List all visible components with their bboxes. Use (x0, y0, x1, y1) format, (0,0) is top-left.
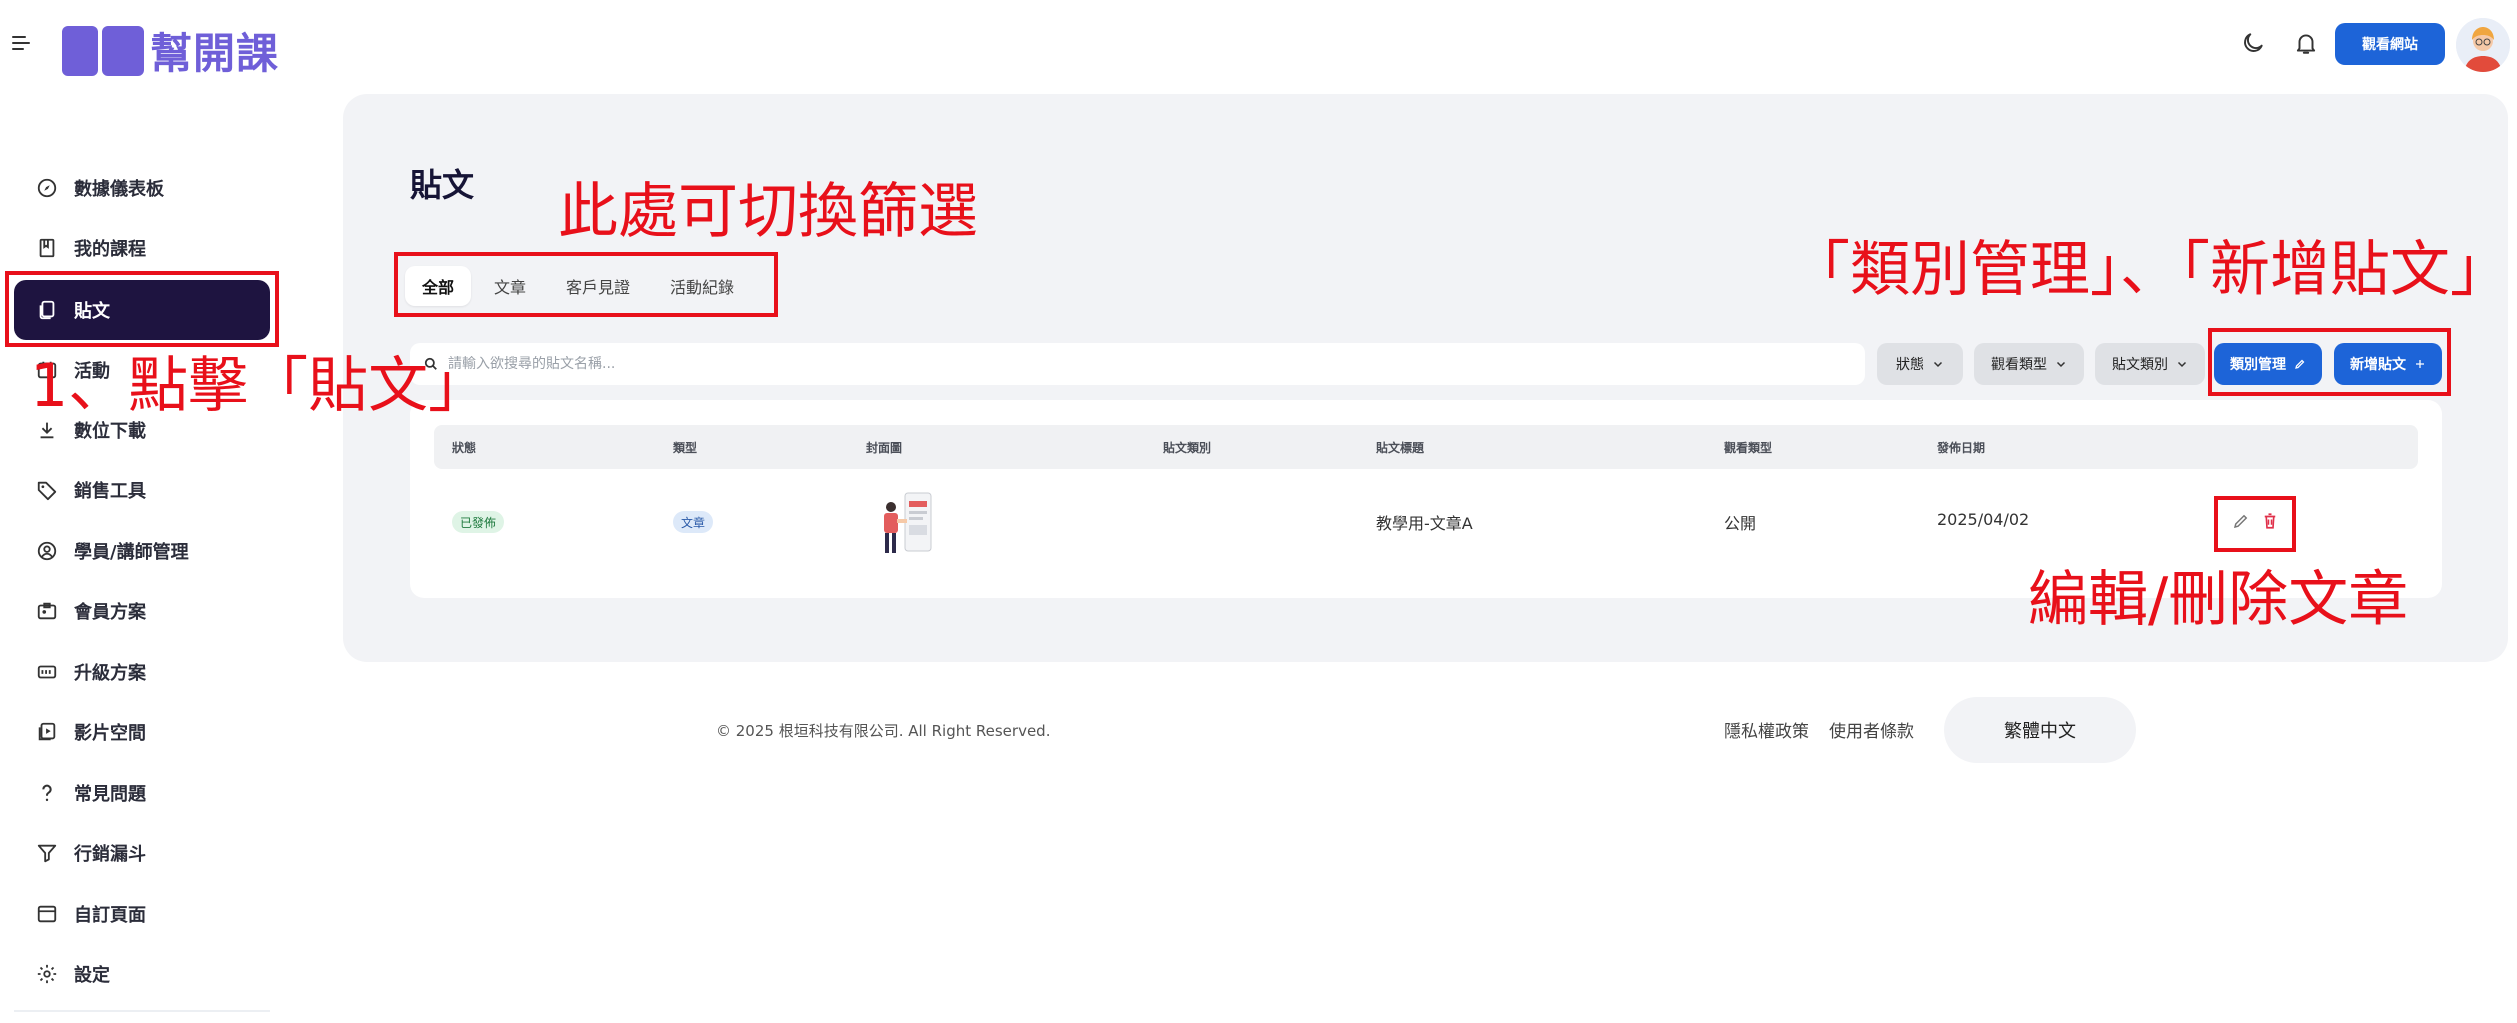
sidebar-item-my-courses[interactable]: 我的課程 (14, 218, 270, 278)
upgrade-icon (37, 665, 57, 679)
sidebar-item-label: 影片空間 (74, 723, 146, 744)
copyright-text: © 2025 根垣科技有限公司. All Right Reserved. (716, 722, 1051, 740)
chevron-down-icon (1933, 361, 1943, 368)
sidebar-item-video-space[interactable]: 影片空間 (14, 702, 270, 762)
sidebar-item-sales-tools[interactable]: 銷售工具 (14, 460, 270, 520)
logo-text: 幫開課 (150, 29, 280, 78)
question-icon (42, 784, 52, 802)
chevron-down-icon (2177, 361, 2187, 368)
annotation-buttons-note: 「類別管理」、「新增貼文」 (1790, 235, 2510, 305)
annotation-click-note: 1、點擊「貼文」 (30, 351, 489, 421)
sidebar-item-upgrade-plans[interactable]: 升級方案 (14, 642, 270, 702)
view-site-button[interactable]: 觀看網站 (2335, 23, 2445, 65)
compass-icon (37, 178, 57, 198)
sidebar-item-member-management[interactable]: 學員/講師管理 (14, 521, 270, 581)
table-header (434, 425, 2418, 469)
column-header-view-type: 觀看類型 (1724, 441, 1773, 455)
window-icon (37, 905, 57, 923)
brand-logo[interactable]: 幫開課 (62, 20, 279, 81)
sidebar-item-dashboard[interactable]: 數據儀表板 (14, 158, 270, 218)
column-header-status: 狀態 (452, 441, 477, 455)
column-header-category: 貼文類別 (1163, 441, 1212, 455)
type-badge: 文章 (673, 511, 714, 533)
view-type-filter-label: 觀看類型 (1991, 357, 2047, 373)
sidebar-item-label: 學員/講師管理 (74, 542, 189, 563)
page-title: 貼文 (410, 166, 475, 204)
menu-toggle-icon[interactable] (12, 34, 32, 52)
status-badge: 已發佈 (452, 511, 505, 533)
sidebar-item-label: 我的課程 (74, 239, 146, 260)
status-filter-label: 狀態 (1896, 357, 1924, 373)
gear-icon (37, 964, 57, 984)
status-filter-dropdown[interactable]: 狀態 (1877, 343, 1963, 385)
annotation-box-posts (5, 271, 279, 347)
user-circle-icon (37, 541, 57, 561)
sidebar-item-label: 行銷漏斗 (74, 844, 146, 865)
sidebar-item-faq[interactable]: 常見問題 (14, 763, 270, 823)
view-type-filter-dropdown[interactable]: 觀看類型 (1974, 343, 2084, 385)
tag-icon (37, 481, 57, 501)
moon-icon[interactable] (2240, 30, 2266, 56)
funnel-icon (37, 844, 57, 863)
sidebar-item-label: 銷售工具 (74, 481, 146, 502)
sidebar-divider (14, 1010, 270, 1012)
annotation-edit-note: 編輯/刪除文章 (2028, 565, 2409, 635)
sidebar-item-label: 自訂頁面 (74, 905, 146, 926)
sidebar-item-marketing-funnel[interactable]: 行銷漏斗 (14, 823, 270, 883)
language-selector[interactable]: 繁體中文 (1944, 697, 2136, 763)
sidebar-item-label: 數據儀表板 (74, 179, 164, 200)
sidebar-item-label: 常見問題 (74, 784, 146, 805)
column-header-title: 貼文標題 (1376, 441, 1425, 455)
sidebar-item-custom-pages[interactable]: 自訂頁面 (14, 884, 270, 944)
book-icon (39, 238, 55, 258)
sidebar-item-membership-plans[interactable]: 會員方案 (14, 581, 270, 641)
cover-image (884, 492, 932, 553)
sidebar-item-label: 設定 (74, 965, 110, 986)
column-header-publish-date: 發佈日期 (1937, 441, 1986, 455)
terms-of-use-link[interactable]: 使用者條款 (1829, 717, 1914, 742)
video-icon (38, 722, 56, 741)
logo-mark-icon (62, 25, 144, 76)
post-category-filter-dropdown[interactable]: 貼文類別 (2095, 343, 2205, 385)
privacy-policy-link[interactable]: 隱私權政策 (1724, 717, 1809, 742)
search-input[interactable] (448, 356, 1848, 372)
sidebar-item-settings[interactable]: 設定 (14, 944, 270, 1004)
view-type-value: 公開 (1724, 514, 1757, 533)
download-icon (40, 422, 54, 439)
avatar[interactable] (2456, 18, 2510, 72)
sidebar-item-label: 升級方案 (74, 663, 146, 684)
column-header-cover: 封面圖 (866, 441, 903, 455)
post-title: 教學用-文章A (1376, 514, 1473, 533)
annotation-box-buttons (2208, 328, 2451, 396)
id-card-icon (37, 602, 57, 620)
chevron-down-icon (2056, 361, 2066, 368)
search-bar[interactable] (410, 343, 1865, 385)
annotation-filter-note: 此處可切換篩選 (558, 177, 978, 247)
column-header-type: 類型 (673, 441, 698, 455)
post-category-filter-label: 貼文類別 (2112, 357, 2168, 373)
bell-icon[interactable] (2293, 30, 2319, 56)
annotation-box-edit-delete (2214, 496, 2296, 552)
publish-date: 2025/04/02 (1937, 510, 2030, 529)
annotation-box-tabs (394, 252, 778, 317)
sidebar-item-label: 會員方案 (74, 602, 146, 623)
